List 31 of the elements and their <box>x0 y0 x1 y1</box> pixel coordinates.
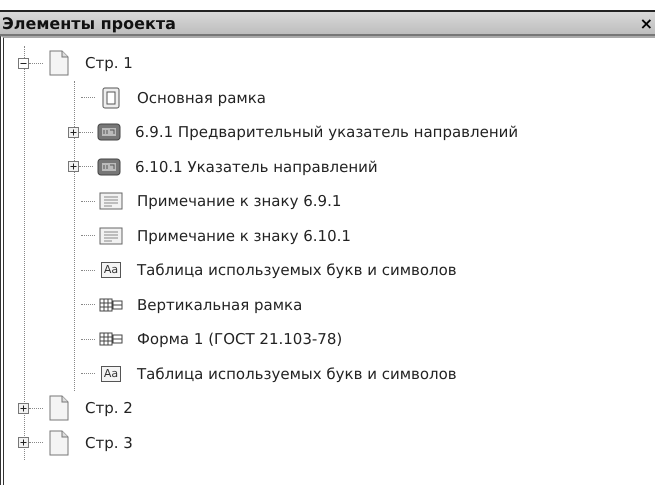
expand-toggle[interactable] <box>18 402 29 414</box>
tree-item-label[interactable]: Стр. 3 <box>85 434 133 452</box>
page-icon <box>49 50 69 76</box>
expand-toggle[interactable] <box>68 126 79 138</box>
tree-item-label[interactable]: Форма 1 (ГОСТ 21.103-78) <box>137 330 342 348</box>
tree-item-label[interactable]: Вертикальная рамка <box>137 296 302 314</box>
expand-toggle[interactable] <box>18 437 29 448</box>
tree-item-label[interactable]: Основная рамка <box>137 88 266 107</box>
tree-item-label[interactable]: Стр. 2 <box>85 399 133 418</box>
collapse-toggle[interactable] <box>18 58 29 69</box>
tree-item-label[interactable]: Примечание к знаку 6.9.1 <box>137 192 342 210</box>
panel-title: Элементы проекта <box>2 14 176 32</box>
sign-icon <box>97 158 121 176</box>
tree-item-label[interactable]: Стр. 1 <box>85 54 133 72</box>
note-icon <box>99 226 123 245</box>
note-icon <box>99 192 123 210</box>
expand-toggle[interactable] <box>68 161 79 172</box>
grid-icon <box>99 332 123 346</box>
letters-icon: Aa <box>100 262 122 278</box>
tree-item-label[interactable]: 6.10.1 Указатель направлений <box>135 158 378 176</box>
letters-icon: Aa <box>100 366 122 382</box>
tree-item-label[interactable]: 6.9.1 Предварительный указатель направлений <box>135 123 518 142</box>
sign-icon <box>97 123 121 142</box>
tree-item-label[interactable]: Примечание к знаку 6.10.1 <box>137 226 351 245</box>
page-icon <box>49 430 69 456</box>
grid-icon <box>99 298 123 312</box>
close-button[interactable]: × <box>640 14 653 32</box>
page-icon <box>49 395 69 422</box>
tree-item-label[interactable]: Таблица используемых букв и символов <box>137 364 457 383</box>
tree-item-label[interactable]: Таблица используемых букв и символов <box>137 261 457 280</box>
frame-icon <box>102 86 120 109</box>
